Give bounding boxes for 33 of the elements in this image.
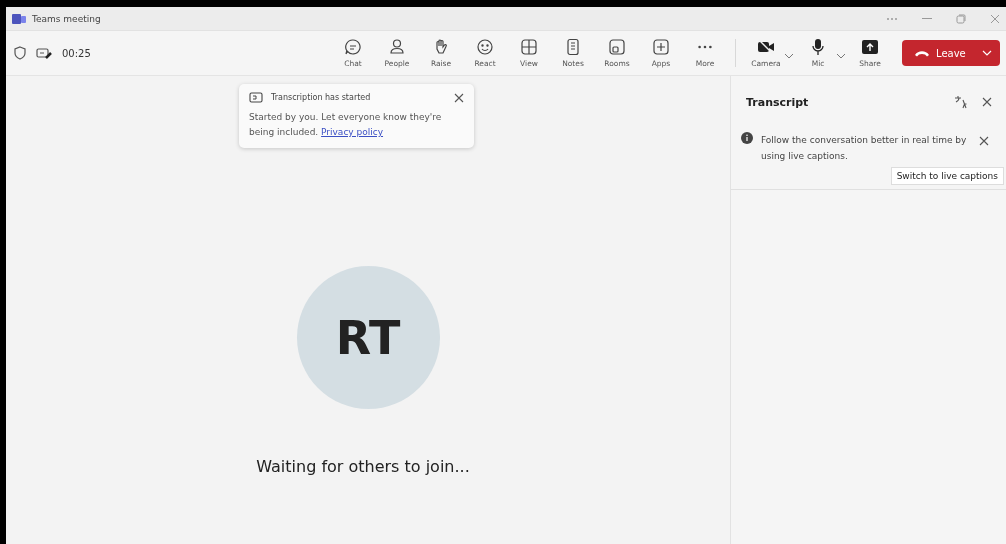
meeting-timer: 00:25 [62,47,91,59]
leave-button[interactable]: Leave [902,40,1000,66]
shield-icon[interactable] [14,46,26,60]
info-icon [741,132,753,144]
waiting-status: Waiting for others to join... [256,457,470,476]
close-icon[interactable] [454,92,464,103]
close-icon[interactable] [979,136,989,146]
window-title: Teams meeting [32,13,101,24]
app-logo-icon [12,12,26,25]
hang-up-icon [914,49,930,57]
chat-icon [344,38,362,56]
avatar: RT [296,266,440,409]
rooms-icon [608,38,626,56]
microphone-icon [809,38,827,56]
notification-message: Started by you. Let everyone know they're being included. Privacy policy [249,111,443,139]
smiley-icon [476,38,494,56]
captions-icon [249,92,263,103]
chevron-down-icon[interactable] [836,53,846,59]
more-icon [698,45,712,49]
panel-title: Transcript [746,95,809,109]
share-icon [861,38,879,56]
notes-icon [564,38,582,56]
people-icon [388,38,406,56]
transcript-icon[interactable] [36,46,52,60]
close-icon[interactable] [982,97,992,107]
chevron-down-icon[interactable] [784,53,794,59]
live-captions-button[interactable]: Switch to live captions [890,167,1004,185]
notification-title: Transcription has started [271,93,371,102]
chevron-down-icon [982,50,992,56]
info-message: Follow the conversation better in real time by using live captions. [761,134,968,163]
privacy-policy-link[interactable]: Privacy policy [321,127,384,137]
plus-icon [652,38,670,56]
grid-icon [520,38,538,56]
